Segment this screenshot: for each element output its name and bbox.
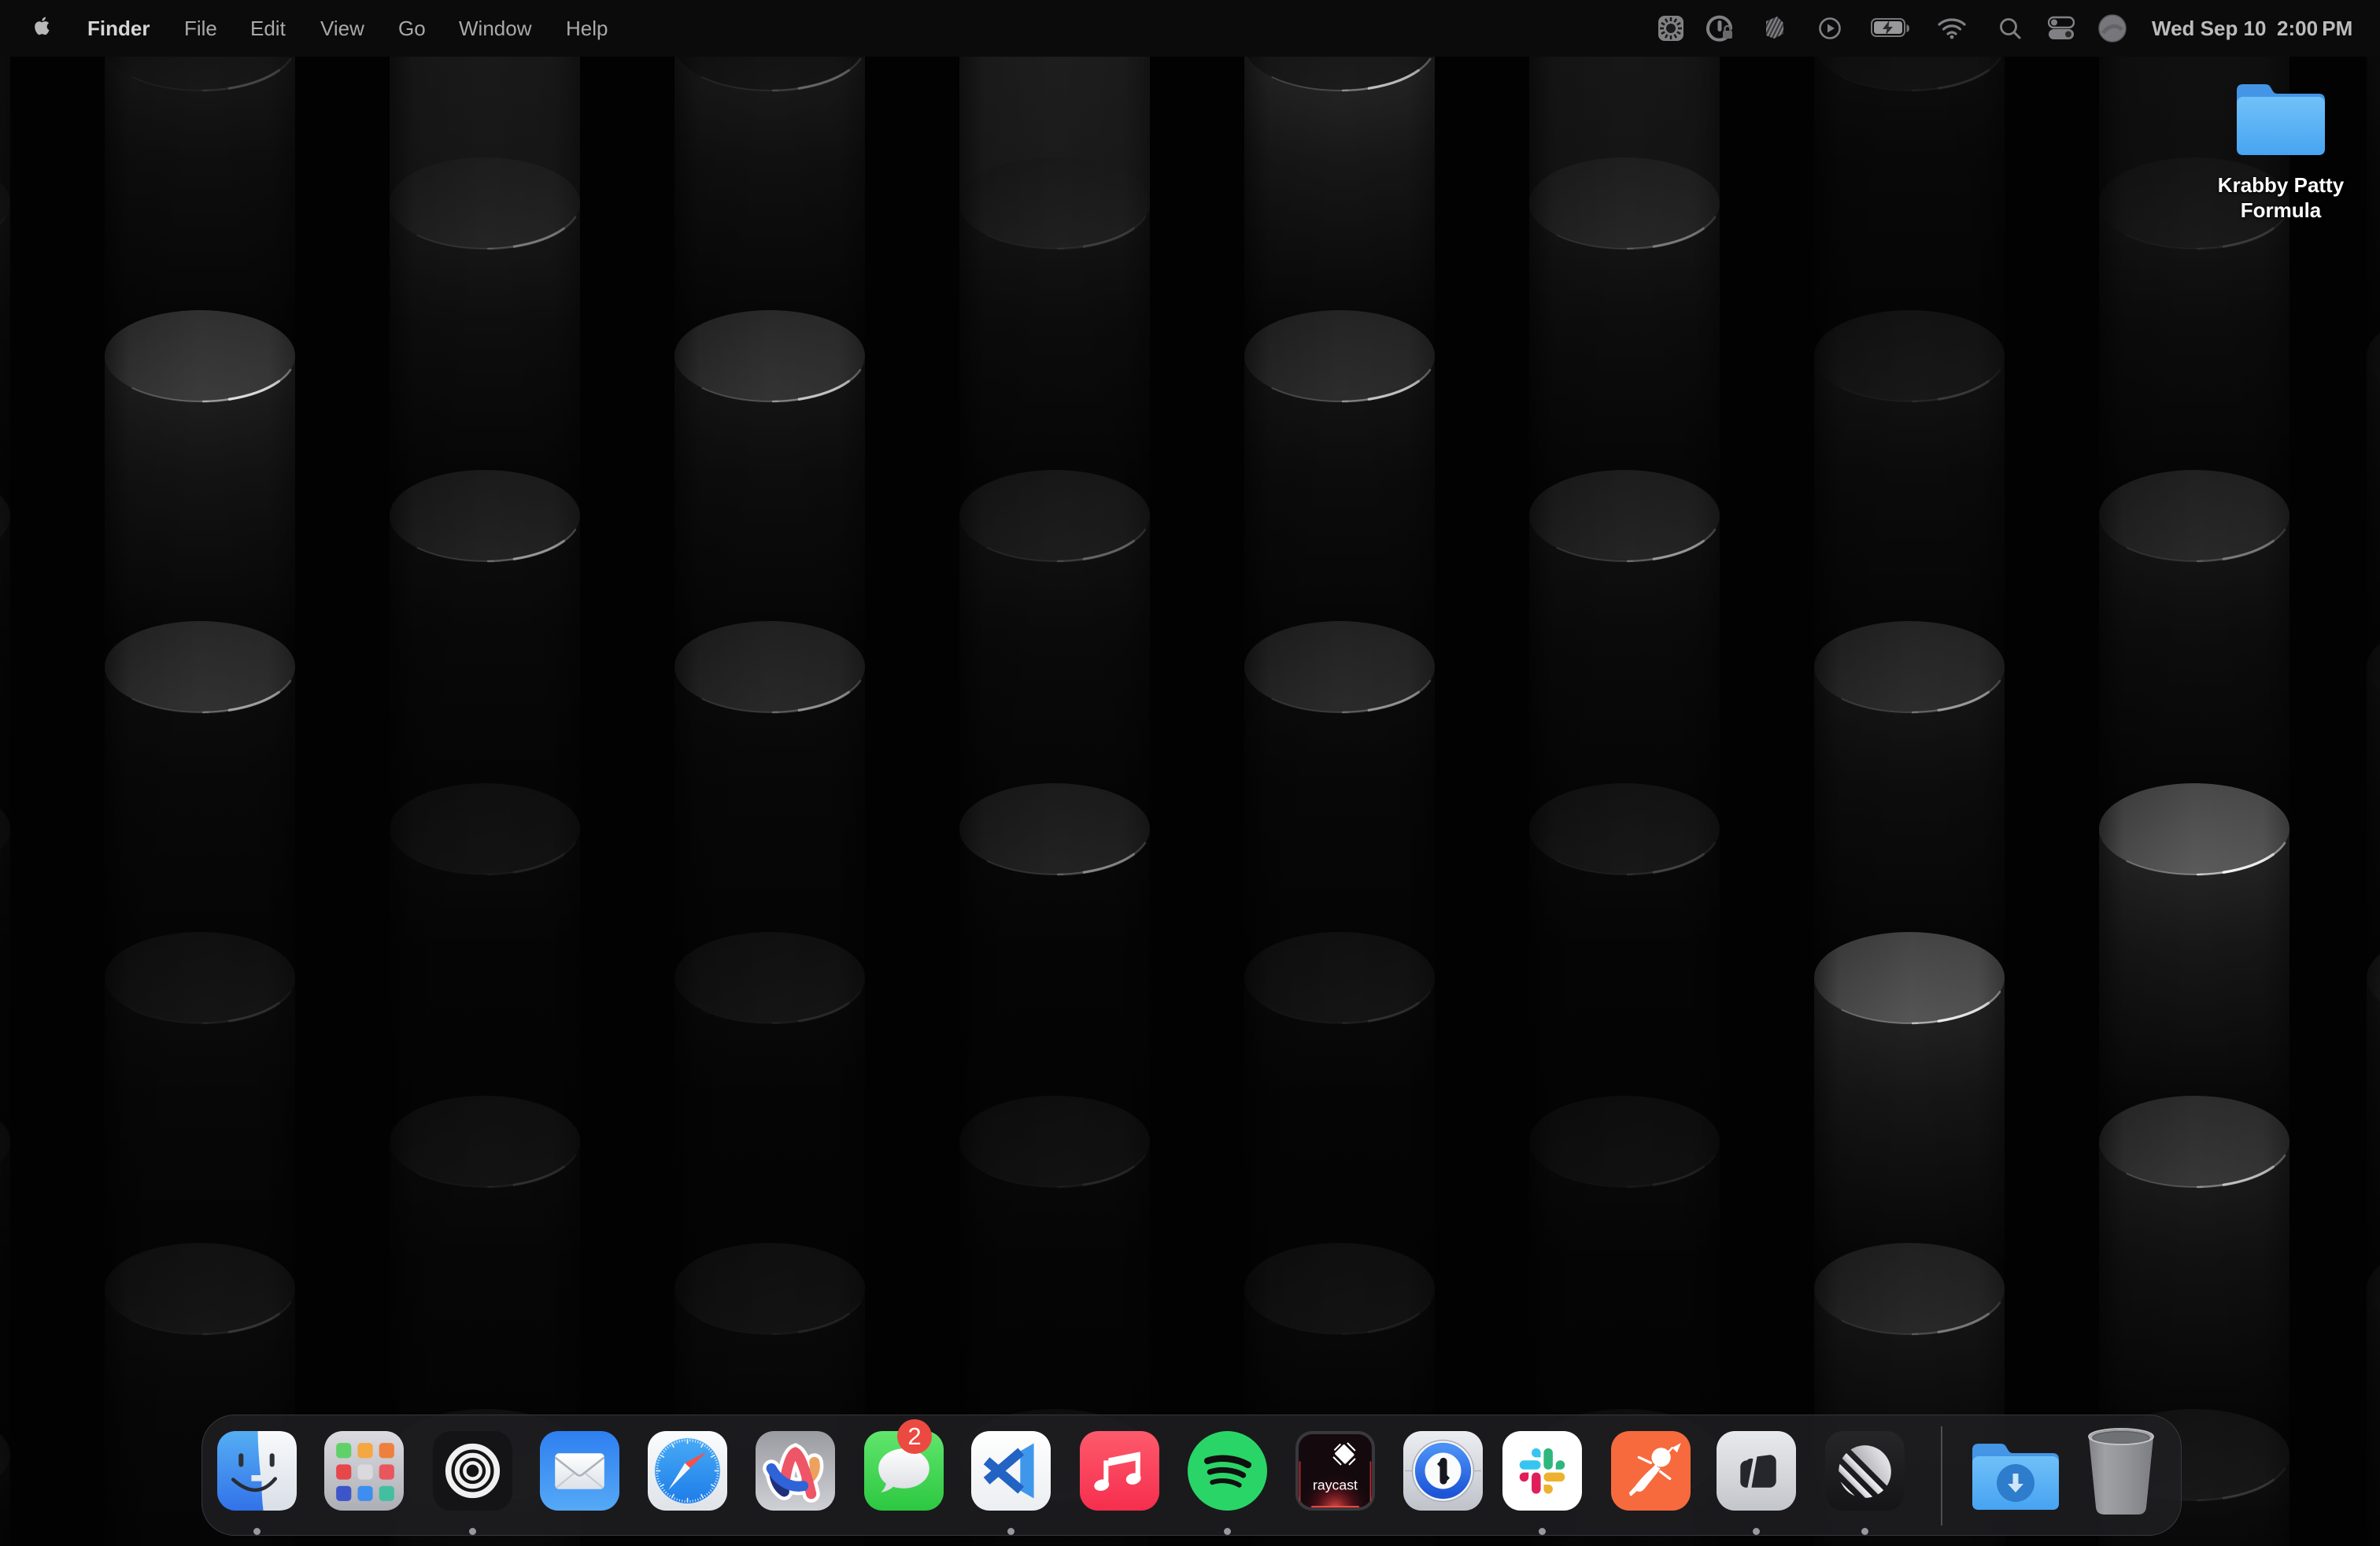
svg-text:raycast: raycast — [1313, 1478, 1358, 1493]
